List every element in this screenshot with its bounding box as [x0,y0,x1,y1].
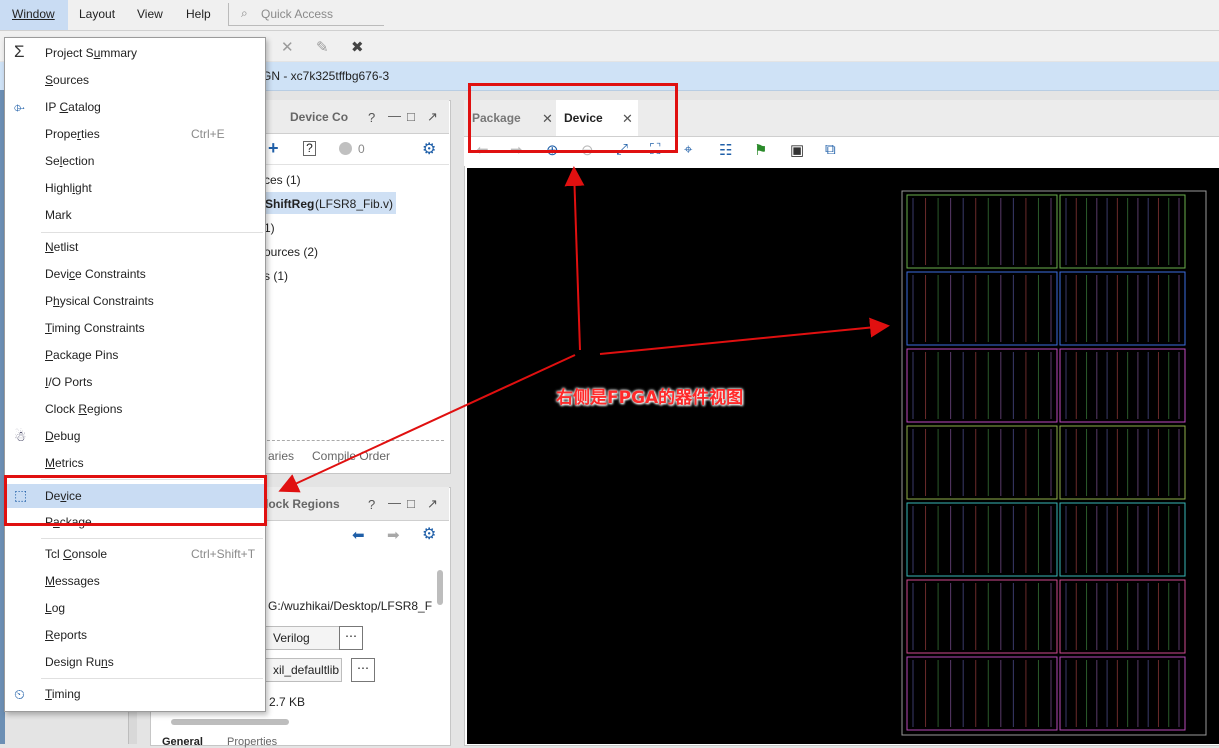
annotation-arrows [278,166,890,493]
annotation-label: 右侧是FPGA的器件视图 [556,388,744,408]
